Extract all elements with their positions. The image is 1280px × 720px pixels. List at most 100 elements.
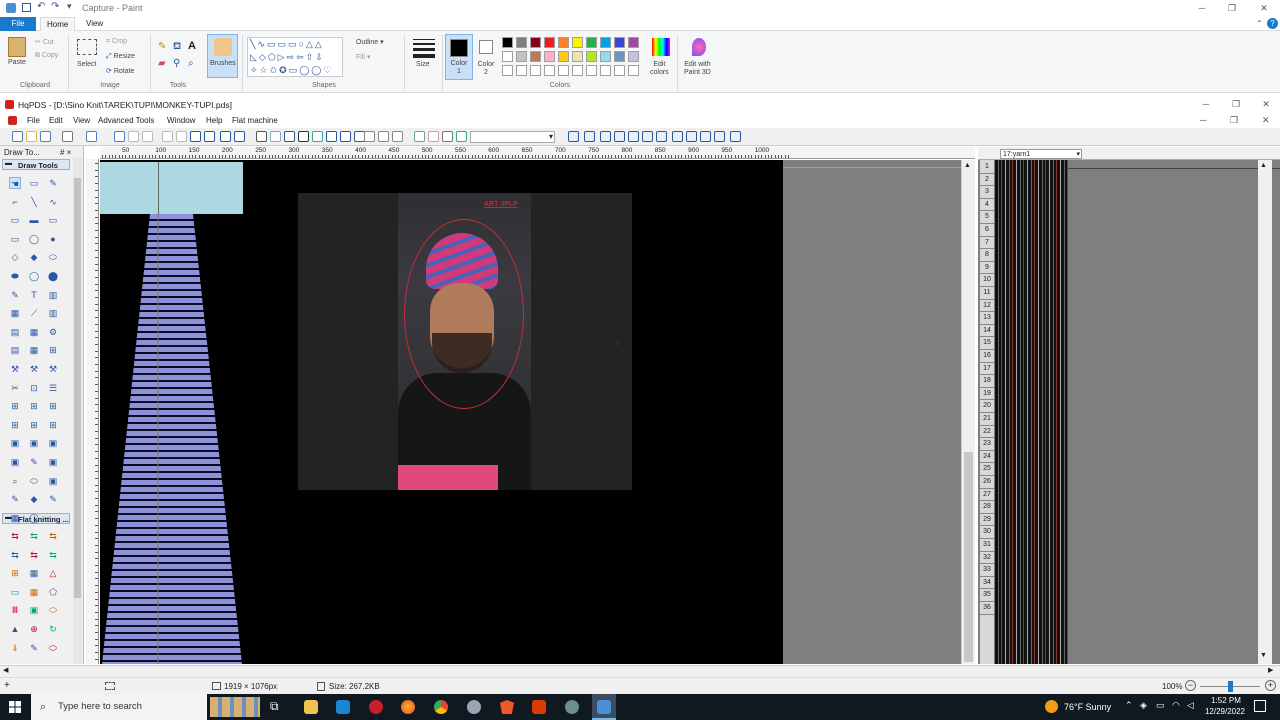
draw-tool-icon[interactable]: ✎ <box>28 456 40 468</box>
ribbon-collapse-icon[interactable]: ⌃ <box>1256 19 1263 28</box>
toolbar-layout-icon[interactable] <box>568 131 579 142</box>
tab-file[interactable]: File <box>0 17 36 31</box>
panel-scrollbar[interactable] <box>73 158 82 664</box>
draw-tool-icon[interactable]: ⚙ <box>47 326 59 338</box>
notifications-icon[interactable] <box>1254 700 1266 712</box>
draw-tool-icon[interactable]: ⊞ <box>28 400 40 412</box>
draw-tool-icon[interactable]: ▤ <box>9 326 21 338</box>
app-icon-gray[interactable] <box>467 700 481 714</box>
clock-time[interactable]: 1:52 PM <box>1206 696 1246 705</box>
row-number[interactable]: 30 <box>980 526 994 539</box>
custom-swatch[interactable] <box>628 65 639 76</box>
close-icon[interactable]: ✕ <box>1258 2 1270 14</box>
palette-swatch[interactable] <box>572 51 583 62</box>
toolbar-layout-icon[interactable] <box>614 131 625 142</box>
draw-tool-icon[interactable]: ▣ <box>47 456 59 468</box>
row-number[interactable]: 26 <box>980 476 994 489</box>
office-icon[interactable] <box>532 700 546 714</box>
row-number[interactable]: 1 <box>980 161 994 174</box>
menu-help[interactable]: Help <box>201 114 227 127</box>
hq-minimize-icon[interactable]: ─ <box>1200 98 1212 110</box>
row-number[interactable]: 29 <box>980 514 994 527</box>
toolbar-layout-icon[interactable] <box>686 131 697 142</box>
palette-swatch[interactable] <box>502 37 513 48</box>
pencil-icon[interactable]: ✎ <box>158 41 166 52</box>
knitting-tool-icon[interactable]: ▲ <box>9 623 21 635</box>
draw-tool-icon[interactable]: ☚ <box>9 177 21 189</box>
draw-tool-icon[interactable]: ✎ <box>9 493 21 505</box>
mdi-close-icon[interactable]: ✕ <box>1262 115 1270 126</box>
palette-swatch[interactable] <box>586 51 597 62</box>
knitting-tool-icon[interactable]: ⇆ <box>47 530 59 542</box>
draw-tool-icon[interactable]: ▭ <box>47 214 59 226</box>
menu-file[interactable]: File <box>22 114 45 127</box>
knitting-tool-icon[interactable]: ⇆ <box>47 549 59 561</box>
scroll-down-icon[interactable]: ▼ <box>1260 652 1267 659</box>
draw-tool-icon[interactable]: ⬤ <box>47 270 59 282</box>
knitting-tool-icon[interactable]: ⇆ <box>28 549 40 561</box>
toolbar-tool-icon[interactable] <box>284 131 295 142</box>
knitting-tool-icon[interactable]: ▦ <box>28 567 40 579</box>
custom-swatch[interactable] <box>502 65 513 76</box>
palette-swatch[interactable] <box>530 37 541 48</box>
toolbar-tool-icon[interactable] <box>26 131 37 142</box>
toolbar-layout-icon[interactable] <box>730 131 741 142</box>
draw-tool-icon[interactable]: ☰ <box>47 382 59 394</box>
toolbar-tool-icon[interactable] <box>270 131 281 142</box>
cut-button[interactable]: ✂ Cut <box>35 38 54 46</box>
minimize-icon[interactable]: ─ <box>1196 2 1208 14</box>
shapes-gallery[interactable]: ╲∿▭▭▭○△△ ◺◇⬠▷⇨⇦⇧⇩ ✧☆✩✪▭◯◯♡ <box>247 37 343 77</box>
knitting-tool-icon[interactable]: ⇓ <box>9 642 21 654</box>
draw-tool-icon[interactable]: ✎ <box>47 493 59 505</box>
palette-swatch[interactable] <box>544 37 555 48</box>
draw-tool-icon[interactable]: ⚒ <box>9 363 21 375</box>
hq-maximize-icon[interactable]: ❐ <box>1230 98 1242 110</box>
paint-taskbar-button[interactable] <box>592 694 616 720</box>
draw-tool-icon[interactable]: ▦ <box>28 344 40 356</box>
palette-swatch[interactable] <box>516 37 527 48</box>
toolbar-tool-icon[interactable] <box>114 131 125 142</box>
draw-tool-icon[interactable]: ⚒ <box>28 363 40 375</box>
draw-tool-icon[interactable]: ⬬ <box>9 270 21 282</box>
file-explorer-icon[interactable] <box>304 700 318 714</box>
app-icon-red[interactable] <box>369 700 383 714</box>
draw-tool-icon[interactable]: ▦ <box>9 307 21 319</box>
scroll-left-icon[interactable]: ◀ <box>3 666 8 674</box>
draw-tool-icon[interactable]: ⊡ <box>28 382 40 394</box>
knitting-tool-icon[interactable]: ⇆ <box>9 549 21 561</box>
draw-tool-icon[interactable]: ▣ <box>28 437 40 449</box>
draw-tool-icon[interactable]: ✂ <box>9 382 21 394</box>
toolbar-tool-icon[interactable] <box>128 131 139 142</box>
canvas-scroll-thumb[interactable] <box>964 452 973 662</box>
custom-swatch[interactable] <box>544 65 555 76</box>
rotate-button[interactable]: ⟳ Rotate <box>106 67 134 75</box>
row-number[interactable]: 24 <box>980 451 994 464</box>
draw-tool-icon[interactable]: ▥ <box>47 307 59 319</box>
row-number[interactable]: 22 <box>980 426 994 439</box>
next-arrow-icon[interactable]: › <box>616 338 619 348</box>
help-icon[interactable]: ? <box>1267 18 1278 29</box>
draw-tool-icon[interactable]: ▣ <box>47 475 59 487</box>
scroll-up-icon[interactable]: ▲ <box>964 162 971 169</box>
menu-advanced-tools[interactable]: Advanced Tools <box>93 114 159 127</box>
draw-tool-icon[interactable]: ▣ <box>47 437 59 449</box>
clock-date[interactable]: 12/29/2022 <box>1203 707 1247 716</box>
draw-tool-icon[interactable]: ▭ <box>28 177 40 189</box>
toolbar-tool-icon[interactable] <box>456 131 467 142</box>
knitting-tool-icon[interactable]: ⊞ <box>9 567 21 579</box>
zoom-slider-thumb[interactable] <box>1228 681 1233 692</box>
knitting-tool-icon[interactable]: ⬭ <box>47 642 59 654</box>
row-number[interactable]: 33 <box>980 564 994 577</box>
panel-scroll-thumb[interactable] <box>74 178 81 598</box>
row-number[interactable]: 32 <box>980 552 994 565</box>
knitting-tool-icon[interactable]: △ <box>47 567 59 579</box>
mdi-restore-icon[interactable]: ❐ <box>1230 115 1238 126</box>
knitting-tool-icon[interactable]: ⬠ <box>47 586 59 598</box>
draw-tool-icon[interactable]: ✎ <box>9 289 21 301</box>
paste-icon[interactable] <box>8 37 26 57</box>
row-number[interactable]: 12 <box>980 300 994 313</box>
task-view-icon[interactable]: ⧉ <box>270 699 279 714</box>
custom-swatch[interactable] <box>558 65 569 76</box>
toolbar-tool-icon[interactable] <box>142 131 153 142</box>
row-number[interactable]: 8 <box>980 249 994 262</box>
